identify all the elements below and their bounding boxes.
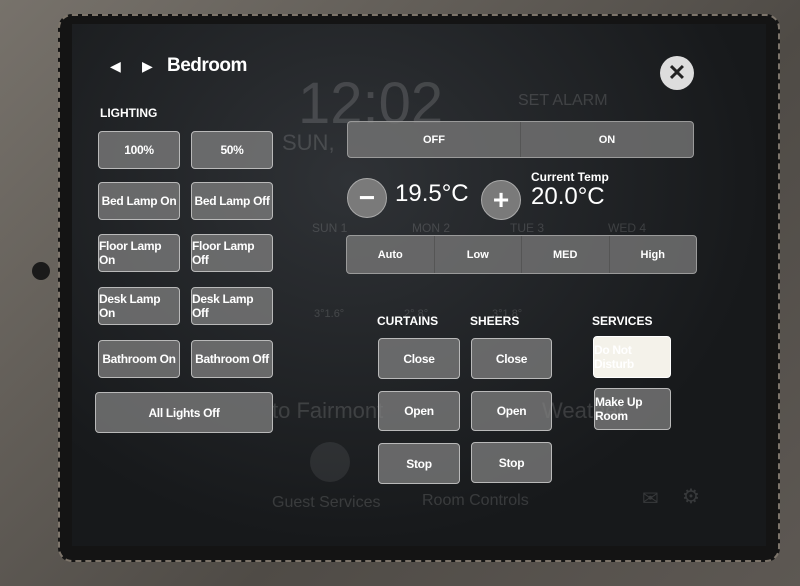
next-room-button[interactable]: ▶ [142, 58, 153, 75]
screen: 12:02 SUN, SET ALARM SUN 1 MON 2 TUE 3 W… [72, 24, 766, 546]
bathroom-off-button[interactable]: Bathroom Off [191, 340, 273, 378]
bg-set-alarm: SET ALARM [518, 92, 608, 109]
light-100-button[interactable]: 100% [98, 131, 180, 169]
desk-lamp-off-button[interactable]: Desk Lamp Off [191, 287, 273, 325]
bed-lamp-on-button[interactable]: Bed Lamp On [98, 182, 180, 220]
close-button[interactable]: ✕ [660, 56, 694, 90]
fan-speed-selector: Auto Low MED High [346, 235, 697, 274]
power-off-button[interactable]: OFF [348, 122, 521, 157]
do-not-disturb-button[interactable]: Do Not Disturb [593, 336, 671, 378]
bg-day: SUN 1 [312, 221, 348, 235]
curtains-stop-button[interactable]: Stop [378, 443, 460, 484]
services-title: SERVICES [592, 314, 653, 328]
bg-temp: 3°1.6° [314, 308, 345, 320]
bg-day: TUE 3 [510, 221, 545, 235]
bed-lamp-off-button[interactable]: Bed Lamp Off [191, 182, 273, 220]
sheers-open-button[interactable]: Open [471, 391, 552, 431]
bathroom-on-button[interactable]: Bathroom On [98, 340, 180, 378]
floor-lamp-on-button[interactable]: Floor Lamp On [98, 234, 180, 272]
curtains-open-button[interactable]: Open [378, 391, 460, 431]
curtains-title: CURTAINS [377, 314, 439, 328]
mail-icon[interactable]: ✉ [642, 486, 659, 511]
sheers-title: SHEERS [470, 314, 520, 328]
gear-icon[interactable]: ⚙ [682, 484, 700, 509]
bg-day: MON 2 [412, 221, 451, 235]
desk-lamp-on-button[interactable]: Desk Lamp On [98, 287, 180, 325]
make-up-room-button[interactable]: Make Up Room [594, 388, 671, 430]
tab-guest-services[interactable]: Guest Services [272, 494, 380, 512]
power-toggle: OFF ON [347, 121, 694, 158]
power-on-button[interactable]: ON [521, 122, 693, 157]
sheers-stop-button[interactable]: Stop [471, 442, 552, 483]
fan-med-button[interactable]: MED [522, 236, 610, 273]
curtains-close-button[interactable]: Close [378, 338, 460, 379]
floor-lamp-off-button[interactable]: Floor Lamp Off [191, 234, 273, 272]
fan-low-button[interactable]: Low [435, 236, 522, 273]
decrease-temp-button[interactable]: − [347, 178, 387, 218]
bg-date: SUN, [282, 130, 335, 155]
bell-icon [310, 442, 350, 482]
bg-day: WED 4 [608, 221, 647, 235]
fan-auto-button[interactable]: Auto [347, 236, 435, 273]
case-strap-hole [32, 262, 50, 280]
setpoint-value: 19.5°C [395, 180, 469, 207]
fan-high-button[interactable]: High [610, 236, 697, 273]
sheers-close-button[interactable]: Close [471, 338, 552, 379]
prev-room-button[interactable]: ◀ [110, 58, 121, 75]
current-temp-value: 20.0°C [531, 183, 605, 210]
light-50-button[interactable]: 50% [191, 131, 273, 169]
lighting-title: LIGHTING [100, 106, 158, 120]
tab-room-controls[interactable]: Room Controls [422, 492, 529, 510]
all-lights-off-button[interactable]: All Lights Off [95, 392, 273, 433]
increase-temp-button[interactable]: + [481, 180, 521, 220]
current-temp-label: Current Temp [531, 170, 609, 184]
room-title: Bedroom [167, 55, 247, 76]
bg-welcome: to Fairmont [272, 398, 384, 423]
